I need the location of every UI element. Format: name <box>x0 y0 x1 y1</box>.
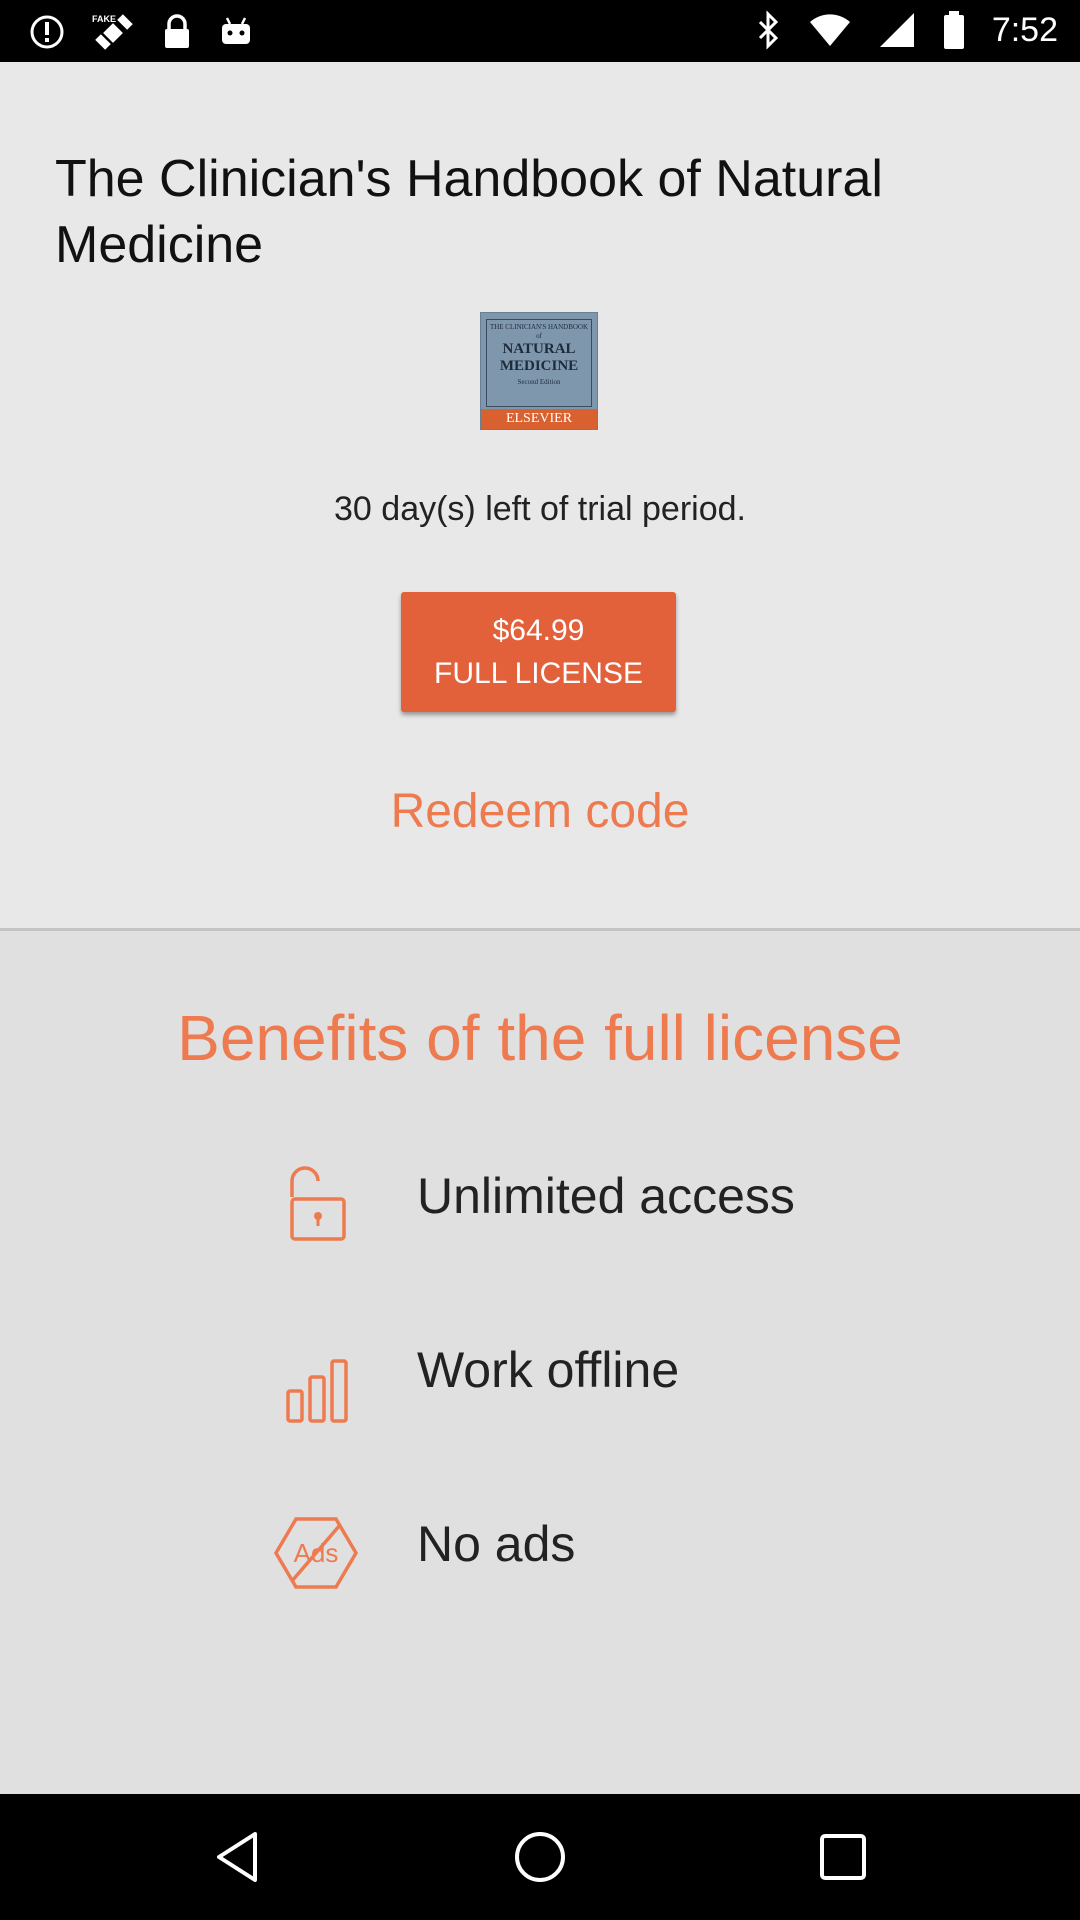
full-license-button[interactable]: $64.99 FULL LICENSE <box>401 592 676 712</box>
battery-icon <box>943 11 964 49</box>
status-left-icons: FAKE <box>28 12 254 52</box>
alert-icon <box>30 15 64 49</box>
status-bar: FAKE 7:52 <box>0 0 1080 62</box>
license-screen: The Clinician's Handbook of Natural Medi… <box>0 62 1080 1794</box>
trial-period-text: 30 day(s) left of trial period. <box>334 490 746 528</box>
lock-icon <box>165 14 189 48</box>
redeem-code-link[interactable]: Redeem code <box>0 784 1080 839</box>
book-cover-frame: THE CLINICIAN'S HANDBOOK of NATURAL MEDI… <box>486 319 592 407</box>
signal-icon <box>879 13 914 47</box>
benefit-label: Work offline <box>417 1342 680 1398</box>
cover-title-line-1: NATURAL <box>502 341 576 357</box>
benefit-item-work-offline: Work offline <box>0 1333 1080 1443</box>
svg-text:FAKE: FAKE <box>92 14 116 24</box>
navigation-bar <box>0 1794 1080 1920</box>
wifi-icon <box>809 14 850 46</box>
back-icon[interactable] <box>203 1822 273 1892</box>
status-right-icons: 7:52 <box>756 10 1058 50</box>
bar-chart-icon <box>286 1359 348 1423</box>
book-title: The Clinician's Handbook of Natural Medi… <box>55 150 883 274</box>
benefits-title: Benefits of the full license <box>177 1002 903 1074</box>
cover-small-text: THE CLINICIAN'S HANDBOOK of <box>489 323 589 340</box>
benefit-label: No ads <box>417 1516 576 1572</box>
android-icon <box>222 17 250 44</box>
book-cover-image: THE CLINICIAN'S HANDBOOK of NATURAL MEDI… <box>480 312 598 430</box>
fake-gps-icon: FAKE <box>92 14 133 50</box>
cover-edition: Second Edition <box>517 378 561 386</box>
trial-section: The Clinician's Handbook of Natural Medi… <box>0 62 1080 928</box>
cover-title-line-2: MEDICINE <box>499 358 579 374</box>
benefit-item-unlimited-access: Unlimited access <box>0 1159 1080 1269</box>
benefits-section: Benefits of the full license Unlimited a… <box>0 931 1080 1794</box>
unlock-icon <box>290 1166 346 1241</box>
benefit-label: Unlimited access <box>417 1168 795 1224</box>
status-time: 7:52 <box>991 10 1058 49</box>
no-ads-icon: Ads <box>273 1517 359 1589</box>
license-price: $64.99 <box>492 614 585 647</box>
license-label: FULL LICENSE <box>434 657 643 690</box>
benefit-item-no-ads: Ads No ads <box>0 1507 1080 1617</box>
bluetooth-icon <box>758 10 778 50</box>
cover-publisher: ELSEVIER <box>481 409 597 429</box>
recents-icon[interactable] <box>808 1822 878 1892</box>
home-icon[interactable] <box>505 1822 575 1892</box>
